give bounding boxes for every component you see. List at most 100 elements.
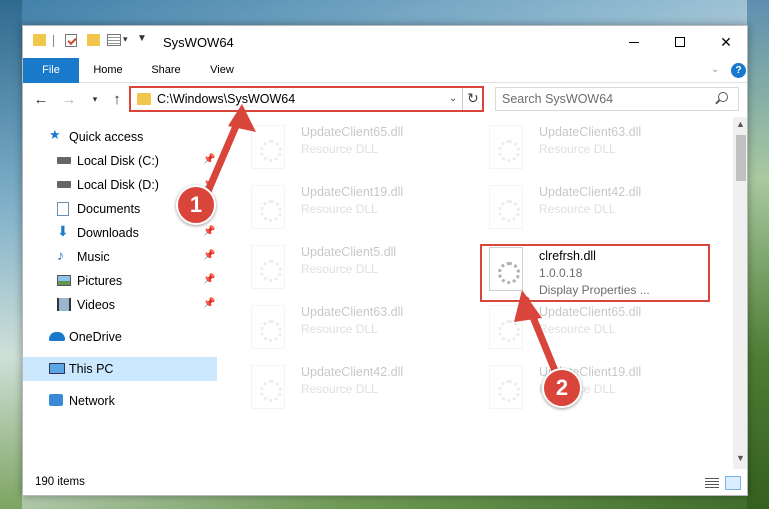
maximize-button[interactable] xyxy=(657,26,703,58)
up-button[interactable]: ↑ xyxy=(107,89,127,109)
search-icon[interactable] xyxy=(718,92,728,102)
pin-icon[interactable]: 📌 xyxy=(203,298,215,309)
navigation-pane: ★ Quick access Local Disk (C:) 📌 Local D… xyxy=(23,117,217,469)
sidebar-item-music[interactable]: ♪ Music 📌 xyxy=(23,245,217,269)
file-tile[interactable]: UpdateClient65.dll Resource DLL xyxy=(481,299,711,355)
dll-file-icon xyxy=(489,305,523,349)
dll-file-icon xyxy=(251,365,285,409)
file-tile[interactable]: UpdateClient65.dll Resource DLL xyxy=(243,119,473,175)
file-description: Resource DLL xyxy=(539,142,616,156)
refresh-icon[interactable]: ↻ xyxy=(467,90,479,107)
dll-file-icon xyxy=(251,245,285,289)
arrow-right-icon: → xyxy=(61,90,77,108)
file-tile[interactable]: UpdateClient63.dll Resource DLL xyxy=(243,299,473,355)
search-box[interactable] xyxy=(495,87,739,111)
sidebar-item-label: Pictures xyxy=(77,274,123,288)
music-icon: ♪ xyxy=(57,247,64,263)
sidebar-item-pictures[interactable]: Pictures 📌 xyxy=(23,269,217,293)
cloud-icon xyxy=(49,332,65,341)
file-tile[interactable]: UpdateClient63.dll Resource DLL xyxy=(481,119,711,175)
back-button[interactable]: ← xyxy=(31,89,51,109)
chevron-down-icon[interactable]: ▾ xyxy=(123,34,128,45)
sidebar-item-downloads[interactable]: ⬇ Downloads 📌 xyxy=(23,221,217,245)
folder-icon[interactable] xyxy=(33,34,46,46)
sidebar-item-label: Quick access xyxy=(69,130,144,144)
close-icon: ✕ xyxy=(720,33,732,50)
sidebar-item-label: Music xyxy=(77,250,110,264)
ribbon-tabs: File Home Share View ⌄ ? xyxy=(23,58,747,83)
sidebar-item-videos[interactable]: Videos 📌 xyxy=(23,293,217,317)
sidebar-item-label: Documents xyxy=(77,202,141,216)
navigation-bar: ← → ▾ ↑ C:\Windows\SysWOW64 ⌄ ↻ xyxy=(23,83,747,117)
address-divider xyxy=(462,88,463,110)
help-icon[interactable]: ? xyxy=(731,63,746,78)
file-tile[interactable]: UpdateClient19.dll Resource DLL xyxy=(243,179,473,235)
drive-icon xyxy=(57,157,71,164)
properties-icon[interactable] xyxy=(107,34,121,46)
search-input[interactable] xyxy=(502,92,702,106)
highlight-box xyxy=(480,244,710,302)
item-count: 190 items xyxy=(35,476,85,488)
callout-step-2: 2 xyxy=(542,368,582,408)
file-name: UpdateClient42.dll xyxy=(539,185,642,199)
file-tile[interactable]: UpdateClient19.dll Resource DLL xyxy=(481,359,711,415)
forward-button[interactable]: → xyxy=(59,89,79,109)
recent-locations-button[interactable]: ▾ xyxy=(85,89,105,109)
tab-file[interactable]: File xyxy=(23,58,79,83)
pin-icon[interactable]: 📌 xyxy=(203,226,215,237)
scroll-down-icon[interactable]: ▼ xyxy=(736,453,745,463)
tab-share[interactable]: Share xyxy=(143,58,189,83)
sidebar-item-onedrive[interactable]: OneDrive xyxy=(23,325,217,349)
chevron-down-icon: ▾ xyxy=(92,93,98,104)
sidebar-item-label: Videos xyxy=(77,298,115,312)
sidebar-item-quick-access[interactable]: ★ Quick access xyxy=(23,125,217,149)
address-dropdown-icon[interactable]: ⌄ xyxy=(449,93,457,104)
minimize-icon xyxy=(629,41,639,43)
file-name: UpdateClient63.dll xyxy=(301,305,404,319)
scroll-up-icon[interactable]: ▲ xyxy=(736,119,745,129)
title-bar: ▾ ▼ SysWOW64 ✕ xyxy=(23,26,747,58)
file-tile[interactable]: UpdateClient42.dll Resource DLL xyxy=(243,359,473,415)
file-description: Resource DLL xyxy=(301,262,378,276)
tab-view[interactable]: View xyxy=(199,58,245,83)
sidebar-item-network[interactable]: Network xyxy=(23,389,217,413)
sidebar-item-this-pc[interactable]: This PC xyxy=(23,357,217,381)
expand-ribbon-icon[interactable]: ⌄ xyxy=(711,64,719,75)
scroll-thumb[interactable] xyxy=(736,135,746,181)
customize-toolbar-icon[interactable]: ▼ xyxy=(137,33,147,44)
sidebar-item-label: OneDrive xyxy=(69,330,122,344)
file-description: Resource DLL xyxy=(301,142,378,156)
dll-file-icon xyxy=(489,125,523,169)
file-description: Resource DLL xyxy=(301,382,378,396)
address-path[interactable]: C:\Windows\SysWOW64 xyxy=(157,92,295,106)
file-description: Resource DLL xyxy=(301,202,378,216)
address-bar[interactable]: C:\Windows\SysWOW64 ⌄ ↻ xyxy=(129,86,484,112)
arrow-up-icon: ↑ xyxy=(113,90,121,108)
file-tile[interactable]: UpdateClient42.dll Resource DLL xyxy=(481,179,711,235)
pin-icon[interactable]: 📌 xyxy=(203,250,215,261)
status-bar: 190 items xyxy=(23,469,747,495)
explorer-window: ▾ ▼ SysWOW64 ✕ File Home Share View ⌄ ? … xyxy=(22,25,748,496)
sidebar-item-label: This PC xyxy=(69,362,114,376)
close-button[interactable]: ✕ xyxy=(703,26,747,58)
drive-icon xyxy=(57,181,71,188)
documents-icon xyxy=(57,202,69,216)
file-name: UpdateClient5.dll xyxy=(301,245,397,259)
properties-check-icon[interactable] xyxy=(65,34,77,47)
download-icon: ⬇ xyxy=(57,223,69,239)
sidebar-item-label: Downloads xyxy=(77,226,139,240)
new-folder-icon[interactable] xyxy=(87,34,100,46)
file-name: UpdateClient19.dll xyxy=(301,185,404,199)
sidebar-item-local-disk-c[interactable]: Local Disk (C:) 📌 xyxy=(23,149,217,173)
large-icons-view-icon[interactable] xyxy=(725,476,741,490)
window-title: SysWOW64 xyxy=(163,35,234,50)
pin-icon[interactable]: 📌 xyxy=(203,274,215,285)
vertical-scrollbar[interactable]: ▲ ▼ xyxy=(733,117,747,469)
details-view-icon[interactable] xyxy=(705,478,719,489)
file-description: Resource DLL xyxy=(539,202,616,216)
file-tile[interactable]: UpdateClient5.dll Resource DLL xyxy=(243,239,473,295)
file-description: Resource DLL xyxy=(539,322,616,336)
tab-home[interactable]: Home xyxy=(85,58,131,83)
pin-icon[interactable]: 📌 xyxy=(203,154,215,165)
minimize-button[interactable] xyxy=(611,26,657,58)
